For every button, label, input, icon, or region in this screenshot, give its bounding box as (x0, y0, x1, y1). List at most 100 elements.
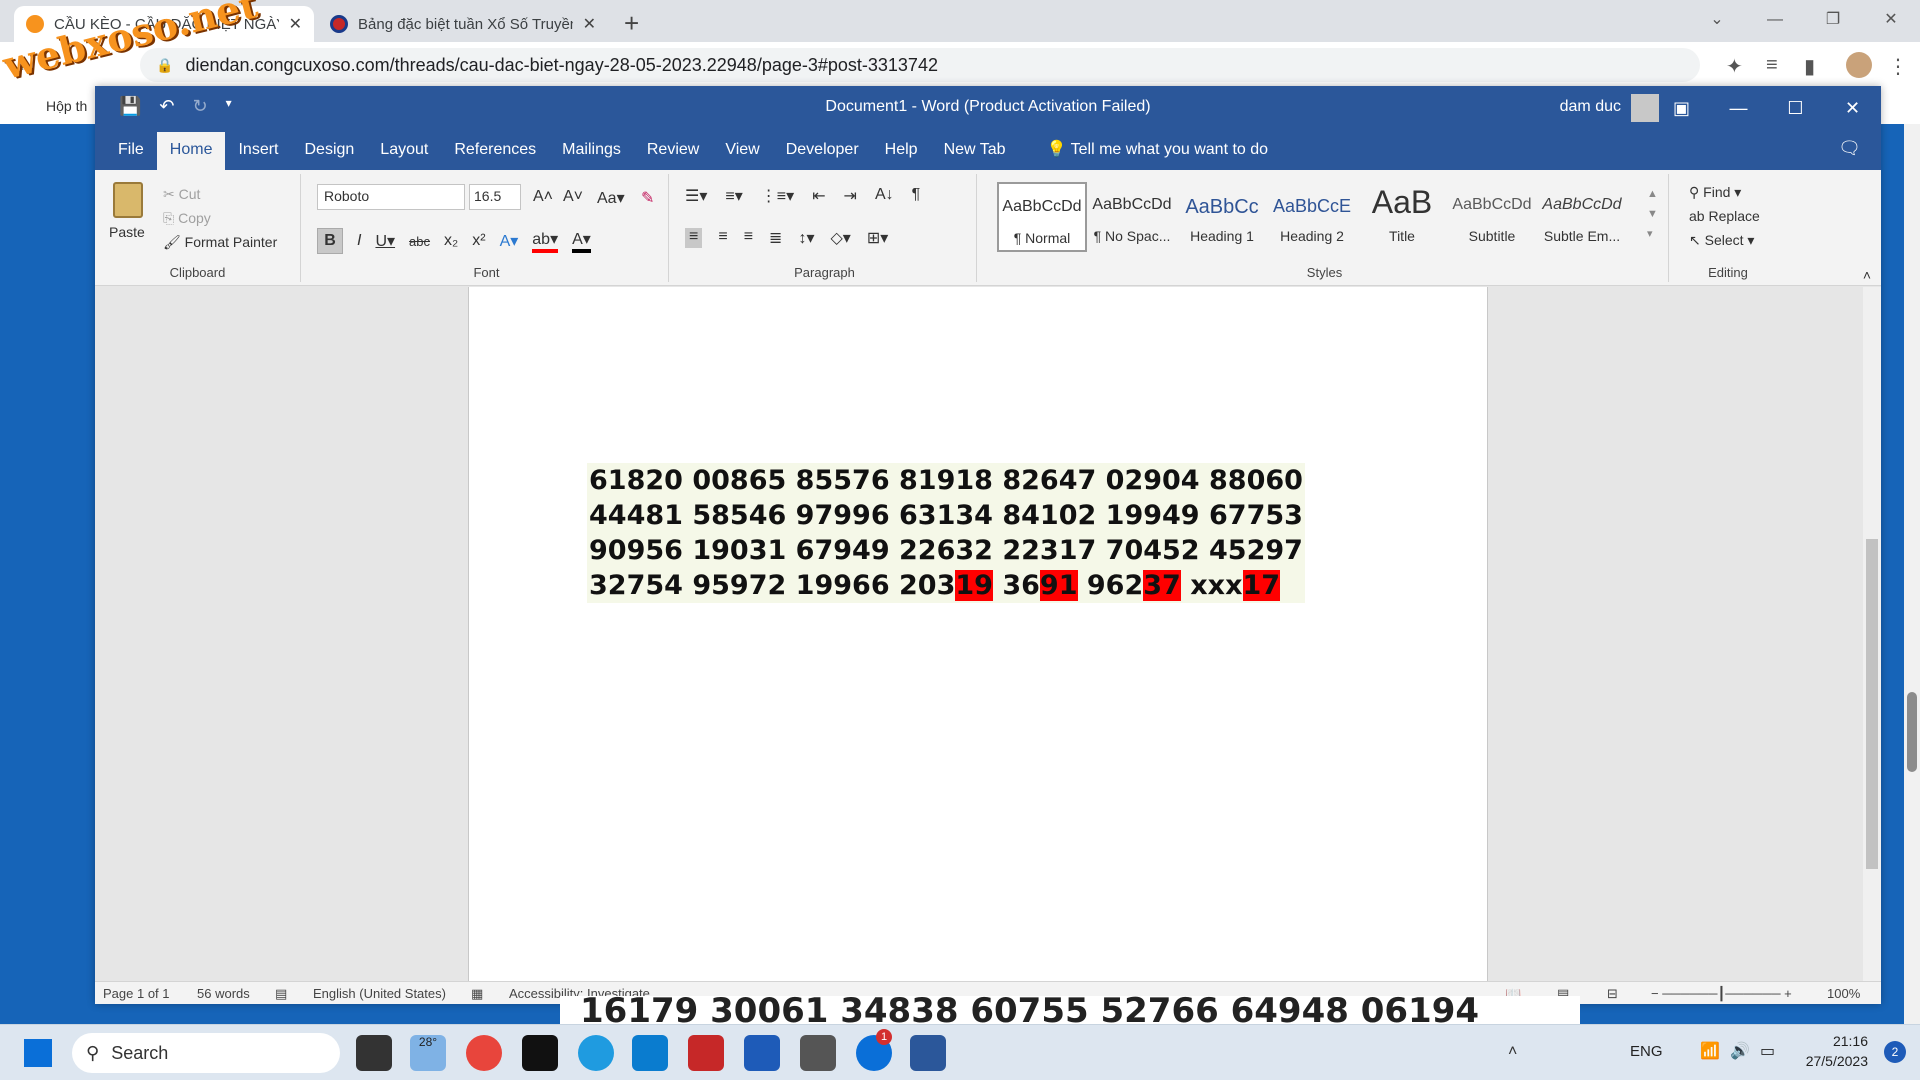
decrease-indent-icon[interactable]: ⇤ (812, 186, 825, 206)
proofing-icon[interactable]: ▤ (275, 986, 287, 1002)
bookmark-item[interactable]: Hộp th (46, 98, 87, 114)
text-effects-icon[interactable]: A▾ (500, 231, 519, 251)
new-tab-button[interactable]: + (624, 8, 639, 39)
style-subtitle[interactable]: AaBbCcDd Subtitle (1447, 182, 1537, 252)
justify-icon[interactable]: ≣ (769, 228, 782, 248)
store-app-icon[interactable] (744, 1035, 780, 1071)
task-view-icon[interactable] (356, 1035, 392, 1071)
reading-list-icon[interactable]: ≡ (1766, 54, 1778, 77)
minimize-icon[interactable]: — (1710, 86, 1767, 130)
scroll-thumb[interactable] (1907, 692, 1917, 772)
tab-developer[interactable]: Developer (773, 132, 872, 170)
style-subtle-emphasis[interactable]: AaBbCcDd Subtle Em... (1537, 182, 1627, 252)
tell-me-search[interactable]: 💡 Tell me what you want to do (1019, 132, 1269, 170)
close-tab-icon[interactable]: ✕ (583, 14, 596, 34)
style-no-spacing[interactable]: AaBbCcDd ¶ No Spac... (1087, 182, 1177, 252)
tab-insert[interactable]: Insert (225, 132, 291, 170)
tab-review[interactable]: Review (634, 132, 712, 170)
paste-button[interactable]: Paste (109, 224, 145, 240)
browser-page-scrollbar[interactable] (1904, 124, 1920, 1024)
strikethrough-button[interactable]: abc (409, 234, 430, 249)
maximize-icon[interactable]: ☐ (1767, 86, 1824, 130)
sort-icon[interactable]: A↓ (875, 186, 894, 206)
calculator-app-icon[interactable] (800, 1035, 836, 1071)
format-painter-button[interactable]: 🖌 Format Painter (163, 234, 277, 251)
style-normal[interactable]: AaBbCcDd ¶ Normal (997, 182, 1087, 252)
windows-start-icon[interactable] (24, 1039, 52, 1067)
tab-design[interactable]: Design (291, 132, 367, 170)
font-size-select[interactable]: 16.5 (469, 184, 521, 210)
cut-button[interactable]: ✂ Cut (163, 186, 200, 203)
italic-button[interactable]: I (357, 232, 361, 250)
page-count[interactable]: Page 1 of 1 (103, 986, 170, 1001)
highlight-color-icon[interactable]: ab▾ (532, 229, 559, 253)
tab-help[interactable]: Help (872, 132, 931, 170)
word-app-icon[interactable] (910, 1035, 946, 1071)
notification-badge[interactable]: 2 (1884, 1041, 1906, 1063)
select-button[interactable]: ↖ Select ▾ (1689, 232, 1754, 249)
underline-button[interactable]: U▾ (375, 231, 395, 251)
tab-references[interactable]: References (441, 132, 549, 170)
show-formatting-icon[interactable]: ¶ (912, 186, 921, 206)
style-heading-2[interactable]: AaBbCcE Heading 2 (1267, 182, 1357, 252)
tab-search-icon[interactable]: ⌄ (1688, 0, 1746, 40)
tab-layout[interactable]: Layout (367, 132, 441, 170)
document-page[interactable]: 61820 00865 85576 81918 82647 02904 8806… (468, 287, 1488, 981)
close-icon[interactable]: ✕ (1862, 0, 1920, 40)
superscript-button[interactable]: x² (472, 232, 485, 250)
side-panel-icon[interactable]: ▮ (1804, 54, 1815, 79)
change-case-icon[interactable]: Aa▾ (597, 188, 625, 208)
shrink-font-icon[interactable]: A˅ (563, 188, 583, 206)
restore-icon[interactable]: ❐ (1804, 0, 1862, 40)
tab-view[interactable]: View (712, 132, 772, 170)
chevron-up-icon[interactable]: ˄ (1508, 1043, 1517, 1061)
mcafee-app-icon[interactable] (688, 1035, 724, 1071)
bold-button[interactable]: B (317, 228, 343, 254)
font-name-select[interactable]: Roboto (317, 184, 465, 210)
weather-widget[interactable]: 28° (410, 1035, 446, 1071)
word-count[interactable]: 56 words (197, 986, 250, 1001)
bullets-icon[interactable]: ☰▾ (685, 186, 707, 206)
find-button[interactable]: ⚲ Find ▾ (1689, 184, 1741, 201)
tab-inactive[interactable]: Bảng đặc biệt tuần Xổ Số Truyền ✕ (318, 6, 608, 42)
close-tab-icon[interactable]: ✕ (289, 14, 302, 34)
taskbar-search[interactable]: ⚲ Search (72, 1033, 340, 1073)
address-bar[interactable]: 🔒 diendan.congcuxoso.com/threads/cau-dac… (140, 48, 1700, 82)
shading-icon[interactable]: ◇▾ (830, 228, 850, 248)
collapse-ribbon-icon[interactable]: ˄ (1863, 267, 1871, 283)
grow-font-icon[interactable]: A˄ (533, 188, 553, 206)
tiktok-app-icon[interactable] (522, 1035, 558, 1071)
increase-indent-icon[interactable]: ⇥ (844, 186, 857, 206)
edge-app-icon[interactable] (578, 1035, 614, 1071)
align-center-icon[interactable]: ≡ (718, 228, 727, 248)
style-heading-1[interactable]: AaBbCc Heading 1 (1177, 182, 1267, 252)
tab-home[interactable]: Home (156, 132, 226, 170)
chrome-menu-icon[interactable]: ⋮ (1888, 54, 1908, 79)
ribbon-display-icon[interactable]: ▣ (1653, 86, 1710, 130)
borders-icon[interactable]: ⊞▾ (867, 228, 888, 248)
align-right-icon[interactable]: ≡ (744, 228, 753, 248)
copy-button[interactable]: ⎘ Copy (163, 210, 211, 227)
clock[interactable]: 21:16 27/5/2023 (1806, 1031, 1868, 1071)
tab-mailings[interactable]: Mailings (549, 132, 634, 170)
clear-formatting-icon[interactable]: ✎ (641, 188, 654, 208)
document-vertical-scrollbar[interactable] (1863, 287, 1881, 981)
style-title[interactable]: AaB Title (1357, 182, 1447, 252)
align-left-icon[interactable]: ≡ (685, 228, 703, 248)
zoom-slider[interactable]: − ──────┃────── + (1651, 986, 1792, 1002)
battery-icon[interactable]: ▭ (1760, 1041, 1775, 1061)
styles-scroll-icon[interactable]: ▲ ▼ ▾ (1647, 184, 1658, 244)
numbering-icon[interactable]: ≡▾ (725, 186, 742, 206)
multilevel-list-icon[interactable]: ⋮≡▾ (761, 186, 794, 206)
close-icon[interactable]: ✕ (1824, 86, 1881, 130)
extensions-icon[interactable]: ✦ (1726, 54, 1743, 79)
macro-icon[interactable]: ▦ (471, 986, 483, 1002)
chrome-app-icon[interactable] (466, 1035, 502, 1071)
tab-new-tab[interactable]: New Tab (931, 132, 1019, 170)
volume-icon[interactable]: 🔊 (1730, 1041, 1750, 1061)
scroll-thumb[interactable] (1866, 539, 1878, 869)
profile-avatar[interactable] (1846, 52, 1872, 78)
language-indicator[interactable]: ENG (1630, 1043, 1663, 1060)
user-name[interactable]: dam duc (1560, 98, 1621, 116)
minimize-icon[interactable]: — (1746, 0, 1804, 40)
